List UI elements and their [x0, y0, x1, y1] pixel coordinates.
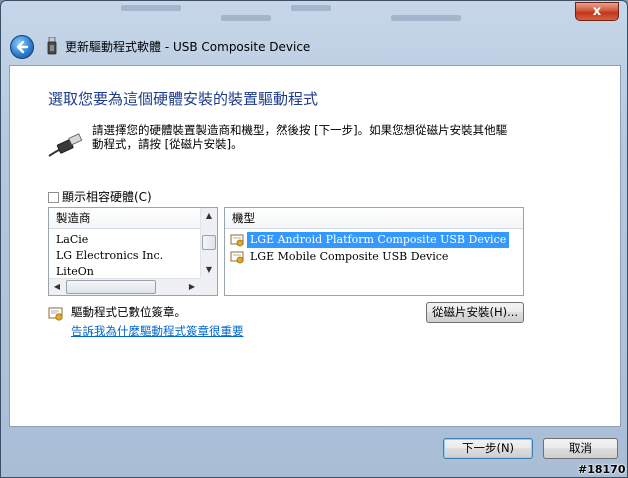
show-compatible-hardware-checkbox[interactable]: 顯示相容硬體(C) — [48, 188, 152, 204]
scrollbar-thumb[interactable] — [202, 235, 216, 250]
instruction-line-1: 請選擇您的硬體裝置製造商和機型，然後按 [下一步]。如果您想從磁片安裝其他驅 — [92, 123, 508, 137]
model-item-label: LGE Android Platform Composite USB Devic… — [247, 232, 510, 248]
signature-status: 驅動程式已數位簽章。 — [71, 305, 186, 319]
scroll-right-arrow-icon[interactable]: ▶ — [184, 279, 200, 295]
signature-info-link[interactable]: 告訴我為什麼驅動程式簽章很重要 — [71, 323, 244, 339]
usb-device-icon — [47, 37, 57, 55]
show-compatible-label: 顯示相容硬體(C) — [62, 190, 152, 204]
scroll-down-arrow-icon[interactable]: ▼ — [201, 262, 217, 278]
scrollbar-corner — [200, 278, 217, 295]
back-button[interactable] — [10, 35, 34, 59]
manufacturer-list[interactable]: 製造商 LaCie LG Electronics Inc. LiteOn ▲ ▼… — [48, 207, 218, 296]
manufacturer-vertical-scrollbar[interactable]: ▲ ▼ — [200, 208, 217, 279]
model-list[interactable]: 機型 LGE Android Platform Composite USB De… — [224, 207, 524, 296]
instruction-text: 請選擇您的硬體裝置製造商和機型，然後按 [下一步]。如果您想從磁片安裝其他驅 動… — [92, 123, 552, 151]
close-button[interactable]: x — [575, 2, 619, 21]
usb-cable-icon — [48, 133, 83, 157]
cancel-button[interactable]: 取消 — [543, 438, 618, 459]
digital-signature-icon — [48, 307, 63, 321]
watermark: #18170 — [578, 463, 626, 476]
scroll-left-arrow-icon[interactable]: ◀ — [49, 279, 65, 295]
page-heading: 選取您要為這個硬體安裝的裝置驅動程式 — [48, 90, 319, 108]
dialog-window: x 更新驅動程式軟體 - USB Composite Device 選取您要為這… — [0, 0, 628, 478]
have-disk-button[interactable]: 從磁片安裝(H)... — [426, 302, 524, 323]
manufacturer-horizontal-scrollbar[interactable]: ◀ ▶ — [49, 278, 217, 295]
title-bar: 更新驅動程式軟體 - USB Composite Device — [1, 27, 628, 65]
manufacturer-list-header: 製造商 — [49, 208, 201, 229]
next-button[interactable]: 下一步(N) — [443, 438, 533, 459]
scrollbar-thumb[interactable] — [66, 280, 156, 294]
back-arrow-icon — [16, 40, 29, 54]
manufacturer-item[interactable]: LG Electronics Inc. — [56, 248, 163, 263]
close-icon: x — [592, 4, 602, 19]
certificate-driver-icon — [230, 251, 244, 264]
manufacturer-item[interactable]: LaCie — [56, 232, 88, 247]
scroll-up-arrow-icon[interactable]: ▲ — [201, 208, 217, 224]
background-window-glimpse — [91, 1, 511, 27]
model-list-header: 機型 — [225, 208, 523, 229]
content-panel: 選取您要為這個硬體安裝的裝置驅動程式 請選擇您的硬體裝置製造商和機型，然後按 [… — [9, 65, 621, 427]
checkbox-box[interactable] — [48, 192, 59, 203]
model-item-label: LGE Mobile Composite USB Device — [250, 250, 449, 263]
instruction-line-2: 動程式，請按 [從磁片安裝]。 — [92, 137, 243, 151]
certificate-driver-icon — [230, 234, 244, 247]
window-title: 更新驅動程式軟體 - USB Composite Device — [65, 40, 311, 54]
manufacturer-item[interactable]: LiteOn — [56, 264, 94, 279]
